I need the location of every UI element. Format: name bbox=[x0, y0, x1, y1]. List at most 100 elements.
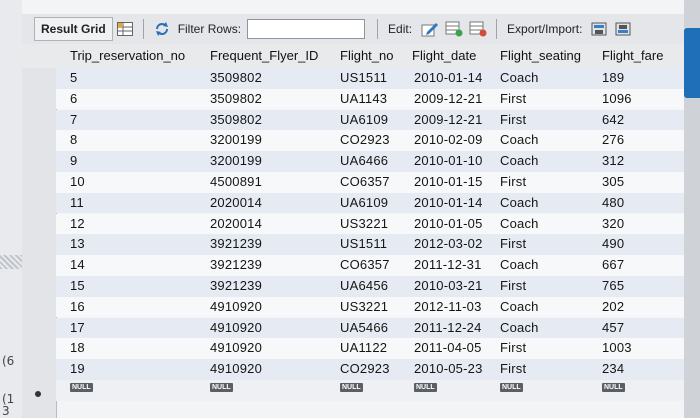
table-row[interactable]: 18 4910920 UA1122 2011-04-05 First 1003 bbox=[56, 338, 684, 359]
table-cell[interactable]: 2010-03-21 bbox=[414, 278, 483, 293]
table-cell[interactable]: Coach bbox=[500, 257, 539, 272]
table-cell[interactable]: UA6109 bbox=[340, 195, 388, 210]
table-cell[interactable]: Coach bbox=[500, 216, 539, 231]
table-cell[interactable]: 490 bbox=[602, 236, 624, 251]
table-cell[interactable]: 3509802 bbox=[210, 112, 262, 127]
table-cell[interactable]: Coach bbox=[500, 299, 539, 314]
column-header-flight-no[interactable]: Flight_no bbox=[340, 46, 393, 66]
table-cell[interactable]: 2010-01-14 bbox=[414, 195, 483, 210]
table-cell[interactable]: 4910920 bbox=[210, 340, 262, 355]
table-cell[interactable]: 312 bbox=[602, 153, 624, 168]
table-cell[interactable]: 6 bbox=[70, 91, 77, 106]
table-cell[interactable]: UA1143 bbox=[340, 91, 387, 106]
table-cell[interactable]: 276 bbox=[602, 132, 624, 147]
table-cell[interactable]: 305 bbox=[602, 174, 624, 189]
table-row[interactable]: 9 3200199 UA6466 2010-01-10 Coach 312 bbox=[56, 151, 684, 172]
table-cell[interactable]: 3200199 bbox=[210, 132, 262, 147]
table-cell[interactable]: 1096 bbox=[602, 91, 632, 106]
table-cell[interactable]: 765 bbox=[602, 278, 624, 293]
table-cell[interactable]: First bbox=[500, 361, 526, 376]
table-row[interactable]: 11 2020014 UA6109 2010-01-14 Coach 480 bbox=[56, 192, 684, 214]
table-cell[interactable]: 3921239 bbox=[210, 257, 262, 272]
table-row[interactable]: 14 3921239 CO6357 2011-12-31 Coach 667 bbox=[56, 255, 684, 276]
table-cell[interactable]: 2010-01-14 bbox=[414, 70, 483, 85]
table-row[interactable]: 19 4910920 CO2923 2010-05-23 First 234 bbox=[56, 359, 684, 380]
table-cell[interactable]: 4910920 bbox=[210, 361, 262, 376]
table-cell[interactable]: Coach bbox=[500, 320, 539, 335]
table-cell[interactable]: 4910920 bbox=[210, 320, 262, 335]
table-cell[interactable]: 2010-02-09 bbox=[414, 132, 483, 147]
table-row[interactable]: 16 4910920 US3221 2012-11-03 Coach 202 bbox=[56, 296, 684, 318]
table-cell[interactable]: 2009-12-21 bbox=[414, 91, 483, 106]
table-cell[interactable]: Coach bbox=[500, 195, 539, 210]
table-row[interactable]: 6 3509802 UA1143 2009-12-21 First 1096 bbox=[56, 88, 684, 110]
table-cell[interactable]: US3221 bbox=[340, 216, 388, 231]
table-cell[interactable]: First bbox=[500, 340, 526, 355]
table-row[interactable]: 8 3200199 CO2923 2010-02-09 Coach 276 bbox=[56, 130, 684, 151]
table-cell[interactable]: US1511 bbox=[340, 236, 387, 251]
table-cell[interactable]: UA1122 bbox=[340, 340, 387, 355]
table-cell[interactable]: UA6109 bbox=[340, 112, 388, 127]
table-cell[interactable]: First bbox=[500, 174, 526, 189]
table-cell[interactable]: 16 bbox=[70, 299, 85, 314]
table-row[interactable]: 12 2020014 US3221 2010-01-05 Coach 320 bbox=[56, 213, 684, 235]
table-row[interactable]: 5 3509802 US1511 2010-01-14 Coach 189 bbox=[56, 68, 684, 89]
table-cell[interactable]: 3921239 bbox=[210, 278, 262, 293]
delete-row-icon[interactable] bbox=[469, 21, 487, 37]
table-cell[interactable]: 642 bbox=[602, 112, 624, 127]
table-cell[interactable]: 2020014 bbox=[210, 195, 262, 210]
table-cell[interactable]: 3509802 bbox=[210, 70, 262, 85]
table-cell[interactable]: 3921239 bbox=[210, 236, 262, 251]
new-row-null[interactable]: NULL NULL NULL NULL NULL NULL bbox=[56, 380, 684, 401]
table-cell[interactable]: 2020014 bbox=[210, 216, 262, 231]
table-cell[interactable]: 2011-12-24 bbox=[414, 320, 482, 335]
table-cell[interactable]: 2010-01-10 bbox=[414, 153, 483, 168]
table-cell[interactable]: Coach bbox=[500, 70, 539, 85]
table-cell[interactable]: 189 bbox=[602, 70, 624, 85]
table-cell[interactable]: Coach bbox=[500, 132, 539, 147]
table-cell[interactable]: 5 bbox=[70, 70, 77, 85]
table-cell[interactable]: UA6456 bbox=[340, 278, 388, 293]
table-cell[interactable]: 2011-12-31 bbox=[414, 257, 482, 272]
right-scroll-tab[interactable] bbox=[684, 28, 700, 98]
table-cell[interactable]: 2010-05-23 bbox=[414, 361, 483, 376]
table-cell[interactable]: 3509802 bbox=[210, 91, 262, 106]
column-header-flight-date[interactable]: Flight_date bbox=[412, 46, 476, 66]
grid-layout-icon[interactable] bbox=[116, 21, 134, 37]
table-cell[interactable]: 2012-11-03 bbox=[414, 299, 482, 314]
table-row[interactable]: 15 3921239 UA6456 2010-03-21 First 765 bbox=[56, 276, 684, 297]
table-cell[interactable]: 3200199 bbox=[210, 153, 262, 168]
table-row[interactable]: 13 3921239 US1511 2012-03-02 First 490 bbox=[56, 234, 684, 255]
table-cell[interactable]: 480 bbox=[602, 195, 624, 210]
table-cell[interactable]: UA6466 bbox=[340, 153, 388, 168]
table-cell[interactable]: 4500891 bbox=[210, 174, 262, 189]
filter-rows-input[interactable] bbox=[247, 19, 366, 39]
edit-pencil-icon[interactable] bbox=[421, 21, 439, 37]
table-cell[interactable]: CO6357 bbox=[340, 174, 390, 189]
column-header-flight-fare[interactable]: Flight_fare bbox=[602, 46, 663, 66]
table-cell[interactable]: 17 bbox=[70, 320, 85, 335]
table-cell[interactable]: 457 bbox=[602, 320, 624, 335]
table-cell[interactable]: 667 bbox=[602, 257, 624, 272]
table-cell[interactable]: 10 bbox=[70, 174, 85, 189]
table-row[interactable]: 10 4500891 CO6357 2010-01-15 First 305 bbox=[56, 172, 684, 193]
table-cell[interactable]: CO6357 bbox=[340, 257, 390, 272]
table-cell[interactable]: 9 bbox=[70, 153, 77, 168]
table-cell[interactable]: 11 bbox=[70, 195, 84, 210]
table-cell[interactable]: Coach bbox=[500, 153, 539, 168]
table-cell[interactable]: US3221 bbox=[340, 299, 388, 314]
table-cell[interactable]: 320 bbox=[602, 216, 624, 231]
table-cell[interactable]: 19 bbox=[70, 361, 85, 376]
table-cell[interactable]: CO2923 bbox=[340, 132, 390, 147]
table-cell[interactable]: 13 bbox=[70, 236, 85, 251]
export-icon[interactable] bbox=[591, 21, 609, 37]
add-row-icon[interactable] bbox=[445, 21, 463, 37]
table-cell[interactable]: US1511 bbox=[340, 70, 387, 85]
table-cell[interactable]: First bbox=[500, 112, 526, 127]
table-cell[interactable]: 8 bbox=[70, 132, 77, 147]
table-cell[interactable]: UA5466 bbox=[340, 320, 388, 335]
table-row[interactable]: 17 4910920 UA5466 2011-12-24 Coach 457 bbox=[56, 317, 684, 339]
table-cell[interactable]: 14 bbox=[70, 257, 85, 272]
table-cell[interactable]: 2009-12-21 bbox=[414, 112, 483, 127]
table-cell[interactable]: 2012-03-02 bbox=[414, 236, 483, 251]
